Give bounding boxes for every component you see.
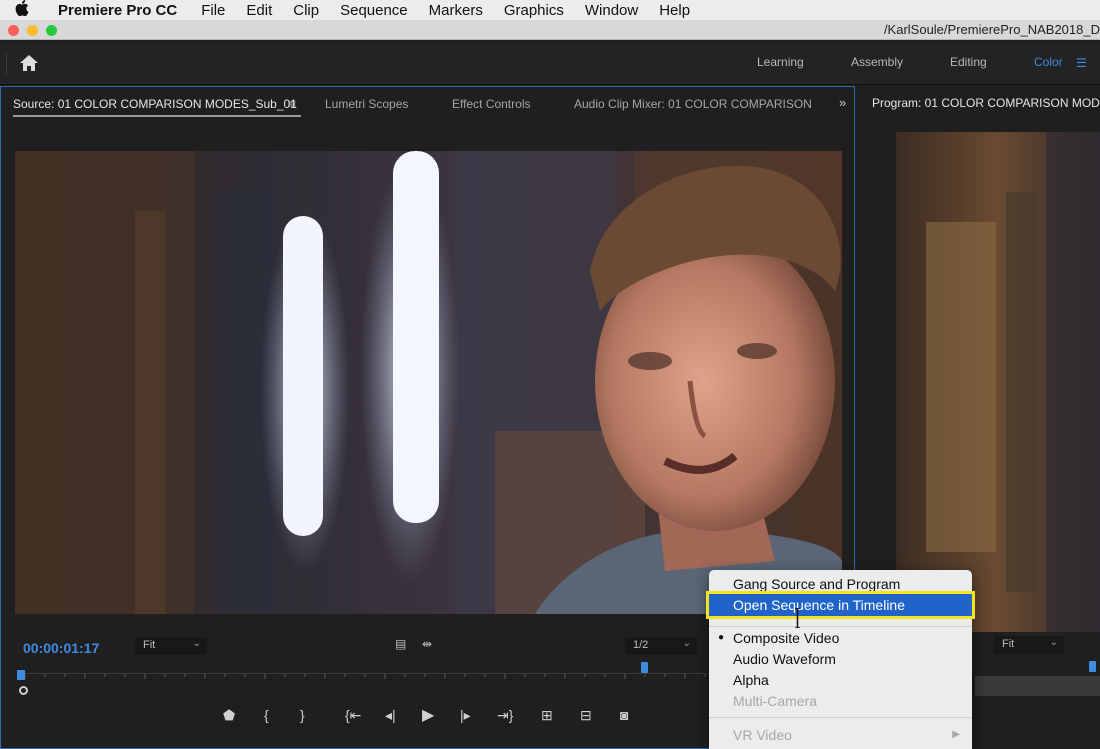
menu-item-open-sequence-in-timeline[interactable]: Open Sequence in Timeline: [706, 591, 975, 619]
step-back-icon[interactable]: ◂|: [385, 707, 396, 724]
menu-item-label: Composite Video: [733, 630, 840, 646]
program-time-ruler[interactable]: [975, 676, 1100, 696]
mark-out-icon[interactable]: }: [300, 707, 305, 723]
workspace-tab-learning[interactable]: Learning: [757, 55, 804, 69]
program-zoom-handle[interactable]: [1089, 661, 1096, 672]
tab-lumetri-scopes[interactable]: Lumetri Scopes: [325, 97, 408, 111]
settings-context-menu: Gang Source and Program Open Sequence in…: [706, 570, 975, 749]
panel-menu-icon[interactable]: ≡: [289, 97, 296, 111]
chevron-down-icon: ⌄: [192, 638, 201, 649]
menu-edit[interactable]: Edit: [246, 2, 272, 19]
apple-icon[interactable]: [0, 0, 44, 20]
menu-separator: [709, 626, 972, 627]
menu-item-vr-video: VR Video ▶: [709, 725, 972, 745]
menu-help[interactable]: Help: [659, 2, 690, 19]
mac-menu-bar: Premiere Pro CC File Edit Clip Sequence …: [0, 0, 1100, 20]
submenu-arrow-icon: ▶: [952, 729, 960, 740]
menu-separator: [709, 717, 972, 718]
app-name-menu[interactable]: Premiere Pro CC: [58, 2, 177, 19]
mouse-cursor-icon: [794, 607, 801, 629]
source-video-frame[interactable]: [15, 151, 842, 614]
menu-markers[interactable]: Markers: [429, 2, 483, 19]
source-resolution-value: 1/2: [633, 639, 649, 651]
workspace-tab-editing[interactable]: Editing: [950, 55, 987, 69]
menu-graphics[interactable]: Graphics: [504, 2, 564, 19]
source-zoom-value: Fit: [143, 639, 156, 651]
workspace-tab-color[interactable]: Color: [1034, 55, 1063, 69]
tab-effect-controls[interactable]: Effect Controls: [452, 97, 530, 111]
insert-icon[interactable]: ⊞: [541, 707, 553, 724]
minimize-window-button[interactable]: [27, 25, 38, 36]
program-video-frame[interactable]: [896, 132, 1100, 632]
step-forward-icon[interactable]: |▸: [460, 707, 471, 724]
tab-source[interactable]: Source: 01 COLOR COMPARISON MODES_Sub_01: [13, 97, 297, 111]
playhead[interactable]: [17, 670, 25, 680]
menu-item-label: VR Video: [733, 727, 792, 743]
chevron-down-icon: ⌄: [682, 638, 691, 649]
project-path: /KarlSoule/PremierePro_NAB2018_D: [883, 22, 1100, 37]
playhead-handle[interactable]: [19, 686, 28, 695]
zoom-window-button[interactable]: [46, 25, 57, 36]
marker-icon[interactable]: ⬟: [223, 707, 235, 724]
menu-item-alpha[interactable]: Alpha: [709, 670, 972, 690]
play-icon[interactable]: ▶: [422, 705, 434, 725]
workspace-menu-icon[interactable]: ☰: [1076, 56, 1087, 70]
double-chevron-right-icon[interactable]: »: [839, 95, 846, 110]
go-to-in-icon[interactable]: {⇤: [345, 707, 361, 724]
chevron-down-icon: ⌄: [1049, 637, 1058, 648]
go-to-out-icon[interactable]: ⇥}: [497, 707, 513, 724]
checked-bullet-icon: ●: [718, 632, 725, 643]
menu-sequence[interactable]: Sequence: [340, 2, 408, 19]
export-frame-icon[interactable]: ◙: [620, 707, 628, 723]
drag-audio-icon[interactable]: ⇹: [422, 637, 432, 651]
tab-audio-clip-mixer[interactable]: Audio Clip Mixer: 01 COLOR COMPARISON M: [574, 97, 812, 111]
active-tab-underline: [13, 115, 301, 117]
menu-file[interactable]: File: [201, 2, 225, 19]
program-zoom-dropdown[interactable]: Fit ⌄: [994, 636, 1064, 654]
tab-program[interactable]: Program: 01 COLOR COMPARISON MODES: [872, 96, 1100, 110]
workspace-header: Learning Assembly Editing Color ☰: [0, 41, 1100, 85]
menu-item-multi-camera: Multi-Camera: [733, 693, 818, 709]
overwrite-icon[interactable]: ⊟: [580, 707, 592, 724]
menu-item-composite-video[interactable]: ● Composite Video: [709, 628, 972, 648]
program-zoom-value: Fit: [1002, 638, 1015, 650]
window-title-bar: /KarlSoule/PremierePro_NAB2018_D: [0, 20, 1100, 40]
home-icon[interactable]: [18, 53, 40, 73]
header-divider: [6, 53, 7, 75]
mark-in-icon[interactable]: {: [264, 707, 269, 723]
menu-item-audio-waveform[interactable]: Audio Waveform: [709, 649, 972, 669]
close-window-button[interactable]: [8, 25, 19, 36]
drag-video-icon[interactable]: ▤: [395, 637, 406, 651]
workspace-tab-assembly[interactable]: Assembly: [851, 55, 903, 69]
menu-window[interactable]: Window: [585, 2, 638, 19]
source-panel-tabs: Source: 01 COLOR COMPARISON MODES_Sub_01…: [1, 87, 854, 121]
menu-clip[interactable]: Clip: [293, 2, 319, 19]
